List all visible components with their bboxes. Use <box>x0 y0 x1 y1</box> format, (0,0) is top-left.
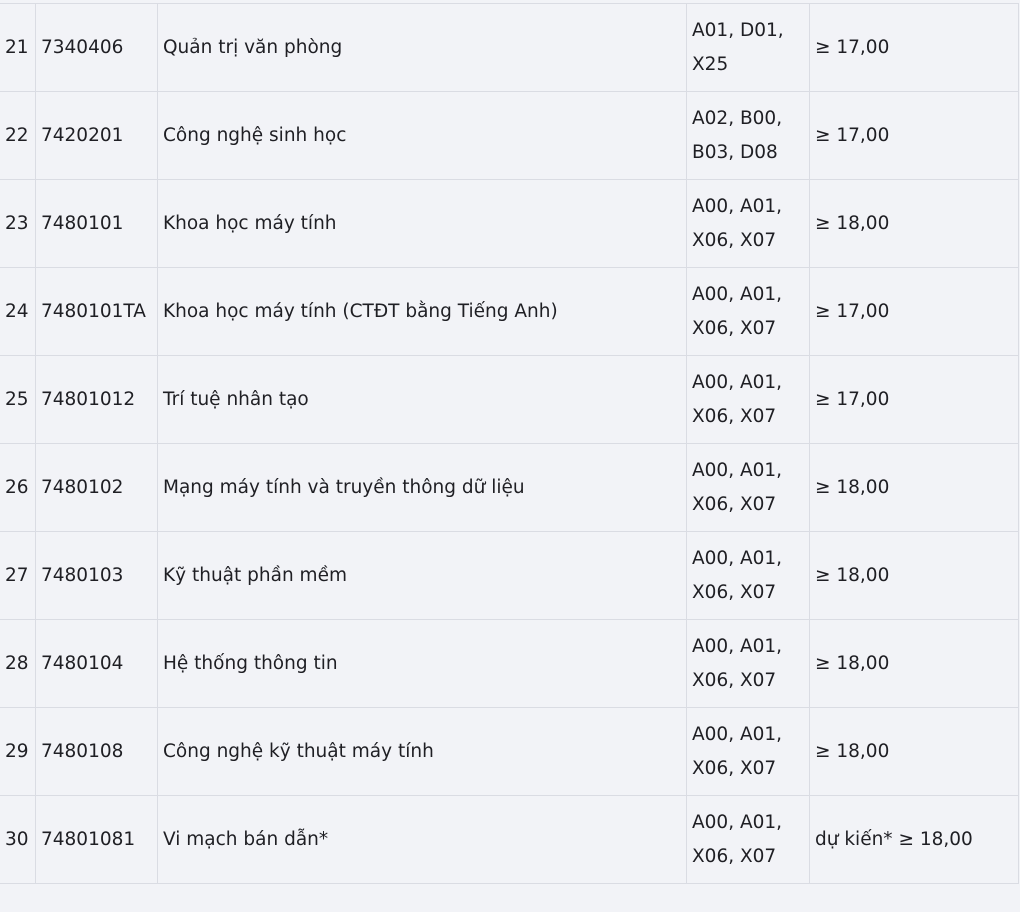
table-row: 25 74801012 Trí tuệ nhân tạo A00, A01, X0… <box>0 355 1019 444</box>
major-code: 7480103 <box>35 531 158 620</box>
min-score: ≥ 18,00 <box>809 443 1019 532</box>
major-code: 7480102 <box>35 443 158 532</box>
combo-line: A00, A01, <box>692 195 783 217</box>
major-code: 7480101 <box>35 179 158 268</box>
min-score: ≥ 18,00 <box>809 531 1019 620</box>
combo-line: A00, A01, <box>692 547 783 569</box>
major-code: 7480108 <box>35 707 158 796</box>
major-name: Vi mạch bán dẫn* <box>157 795 687 884</box>
combo-line: X06, X07 <box>692 405 777 427</box>
row-number: 21 <box>0 3 36 92</box>
major-code: 7480101TA <box>35 267 158 356</box>
table-row: 29 7480108 Công nghệ kỹ thuật máy tính A… <box>0 707 1019 796</box>
subject-combinations: A00, A01, X06, X07 <box>686 707 810 796</box>
combo-line: A00, A01, <box>692 723 783 745</box>
table-row: 24 7480101TA Khoa học máy tính (CTĐT bằn… <box>0 267 1019 356</box>
row-number: 28 <box>0 619 36 708</box>
subject-combinations: A00, A01, X06, X07 <box>686 795 810 884</box>
major-code: 74801012 <box>35 355 158 444</box>
row-number: 24 <box>0 267 36 356</box>
major-name: Hệ thống thông tin <box>157 619 687 708</box>
min-score: ≥ 17,00 <box>809 267 1019 356</box>
min-score: ≥ 17,00 <box>809 355 1019 444</box>
combo-line: X06, X07 <box>692 669 777 691</box>
subject-combinations: A01, D01, X25 <box>686 3 810 92</box>
subject-combinations: A00, A01, X06, X07 <box>686 267 810 356</box>
subject-combinations: A02, B00, B03, D08 <box>686 91 810 180</box>
admission-table: 21 7340406 Quản trị văn phòng A01, D01, X… <box>0 3 1019 884</box>
major-code: 7480104 <box>35 619 158 708</box>
major-code: 7420201 <box>35 91 158 180</box>
combo-line: X06, X07 <box>692 229 777 251</box>
table-row: 30 74801081 Vi mạch bán dẫn* A00, A01, X0… <box>0 795 1019 884</box>
major-name: Mạng máy tính và truyền thông dữ liệu <box>157 443 687 532</box>
table-row: 21 7340406 Quản trị văn phòng A01, D01, X… <box>0 3 1019 92</box>
combo-line: A00, A01, <box>692 283 783 305</box>
row-number: 23 <box>0 179 36 268</box>
major-name: Công nghệ kỹ thuật máy tính <box>157 707 687 796</box>
major-name: Khoa học máy tính <box>157 179 687 268</box>
row-number: 30 <box>0 795 36 884</box>
row-number: 27 <box>0 531 36 620</box>
min-score: dự kiến* ≥ 18,00 <box>809 795 1019 884</box>
table-row: 22 7420201 Công nghệ sinh học A02, B00, B… <box>0 91 1019 180</box>
major-name: Quản trị văn phòng <box>157 3 687 92</box>
subject-combinations: A00, A01, X06, X07 <box>686 443 810 532</box>
combo-line: X06, X07 <box>692 845 777 867</box>
major-name: Trí tuệ nhân tạo <box>157 355 687 444</box>
combo-line: A02, B00, <box>692 107 783 129</box>
subject-combinations: A00, A01, X06, X07 <box>686 531 810 620</box>
combo-line: A00, A01, <box>692 371 783 393</box>
row-number: 29 <box>0 707 36 796</box>
min-score: ≥ 17,00 <box>809 3 1019 92</box>
table-row: 23 7480101 Khoa học máy tính A00, A01, X0… <box>0 179 1019 268</box>
combo-line: A00, A01, <box>692 811 783 833</box>
min-score: ≥ 18,00 <box>809 179 1019 268</box>
major-name: Khoa học máy tính (CTĐT bằng Tiếng Anh) <box>157 267 687 356</box>
major-code: 7340406 <box>35 3 158 92</box>
min-score: ≥ 18,00 <box>809 619 1019 708</box>
row-number: 22 <box>0 91 36 180</box>
major-name: Công nghệ sinh học <box>157 91 687 180</box>
min-score: ≥ 17,00 <box>809 91 1019 180</box>
combo-line: X06, X07 <box>692 757 777 779</box>
combo-line: X25 <box>692 53 729 75</box>
subject-combinations: A00, A01, X06, X07 <box>686 355 810 444</box>
combo-line: X06, X07 <box>692 581 777 603</box>
combo-line: B03, D08 <box>692 141 778 163</box>
table-row: 26 7480102 Mạng máy tính và truyền thông… <box>0 443 1019 532</box>
subject-combinations: A00, A01, X06, X07 <box>686 179 810 268</box>
table-row: 28 7480104 Hệ thống thông tin A00, A01, X… <box>0 619 1019 708</box>
subject-combinations: A00, A01, X06, X07 <box>686 619 810 708</box>
row-number: 26 <box>0 443 36 532</box>
combo-line: A01, D01, <box>692 19 784 41</box>
combo-line: A00, A01, <box>692 635 783 657</box>
major-code: 74801081 <box>35 795 158 884</box>
combo-line: X06, X07 <box>692 493 777 515</box>
combo-line: A00, A01, <box>692 459 783 481</box>
row-number: 25 <box>0 355 36 444</box>
min-score: ≥ 18,00 <box>809 707 1019 796</box>
major-name: Kỹ thuật phần mềm <box>157 531 687 620</box>
admission-table-container: 21 7340406 Quản trị văn phòng A01, D01, X… <box>0 0 1020 912</box>
table-row: 27 7480103 Kỹ thuật phần mềm A00, A01, X0… <box>0 531 1019 620</box>
combo-line: X06, X07 <box>692 317 777 339</box>
